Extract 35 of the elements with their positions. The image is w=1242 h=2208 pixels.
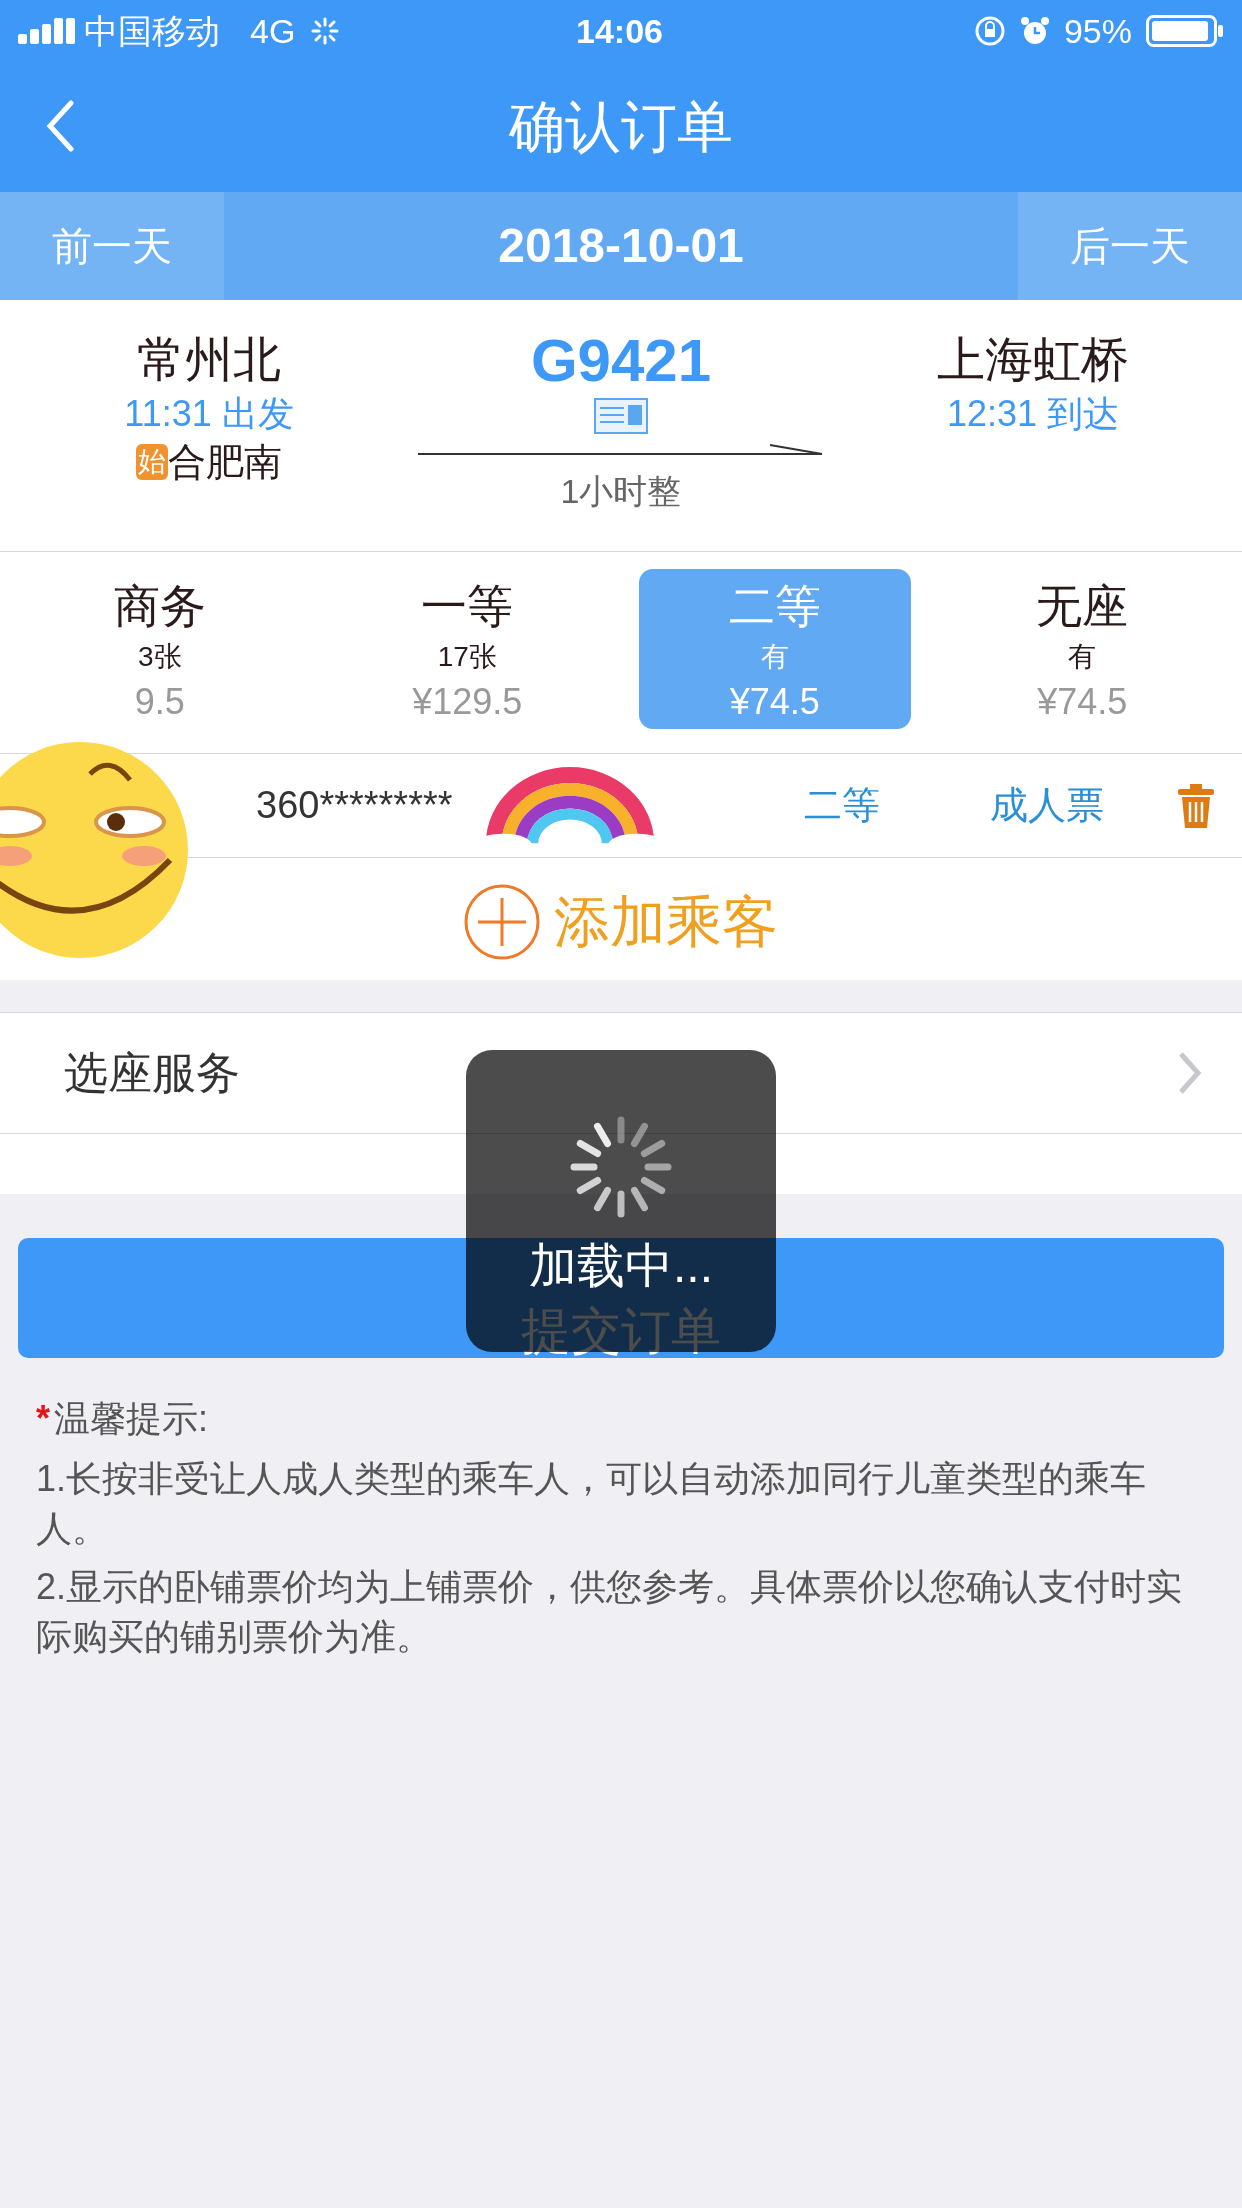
travel-date: 2018-10-01 <box>497 218 745 274</box>
trip-duration: 1小时整 <box>560 471 682 512</box>
page-title: 确认订单 <box>509 94 733 160</box>
activity-icon <box>311 17 340 45</box>
plus-circle-icon <box>464 884 540 960</box>
back-icon <box>45 100 75 152</box>
tip-text: 2.显示的卧铺票价均为上铺票价，供您参考。具体票价以您确认支付时实际购买的铺别票价为准。 <box>36 1565 1184 1659</box>
required-asterisk: * <box>36 1397 50 1441</box>
arrival-time: 12:31 到达 <box>946 392 1120 436</box>
clock-time: 14:06 <box>576 10 663 52</box>
passenger-id: 360********* <box>256 783 453 828</box>
signal-icon <box>18 18 76 44</box>
battery-percent: 95% <box>1063 10 1132 52</box>
passenger-seat-class: 二等 <box>804 783 880 828</box>
arrival-station: 上海虹桥 <box>937 332 1129 388</box>
departure-time: 11:31 出发 <box>124 392 294 436</box>
trash-icon <box>1178 784 1214 828</box>
chevron-right-icon <box>1178 1051 1202 1095</box>
loading-text: 加载中... <box>529 1238 713 1294</box>
train-number: G9421 <box>530 326 712 396</box>
origin-station: 合肥南 <box>168 440 282 485</box>
delete-button[interactable] <box>1176 782 1216 830</box>
tip-text: 1.长按非受让人成人类型的乘车人，可以自动添加同行儿童类型的乘车人。 <box>36 1457 1148 1551</box>
tips-title: 温馨提示: <box>54 1397 209 1441</box>
carrier-name: 中国移动 <box>84 10 220 52</box>
spinner-icon <box>568 1114 674 1220</box>
network-type: 4G <box>250 10 296 52</box>
departure-station: 常州北 <box>137 332 281 388</box>
seat-service-row[interactable]: 选座服务 <box>0 1013 1242 1133</box>
rotation-lock-icon <box>973 15 1006 47</box>
id-card-icon <box>594 398 648 434</box>
battery-icon <box>1146 15 1224 47</box>
ticket-type: 成人票 <box>990 783 1104 828</box>
origin-badge: 始 <box>136 444 168 480</box>
alarm-icon <box>1019 16 1050 46</box>
